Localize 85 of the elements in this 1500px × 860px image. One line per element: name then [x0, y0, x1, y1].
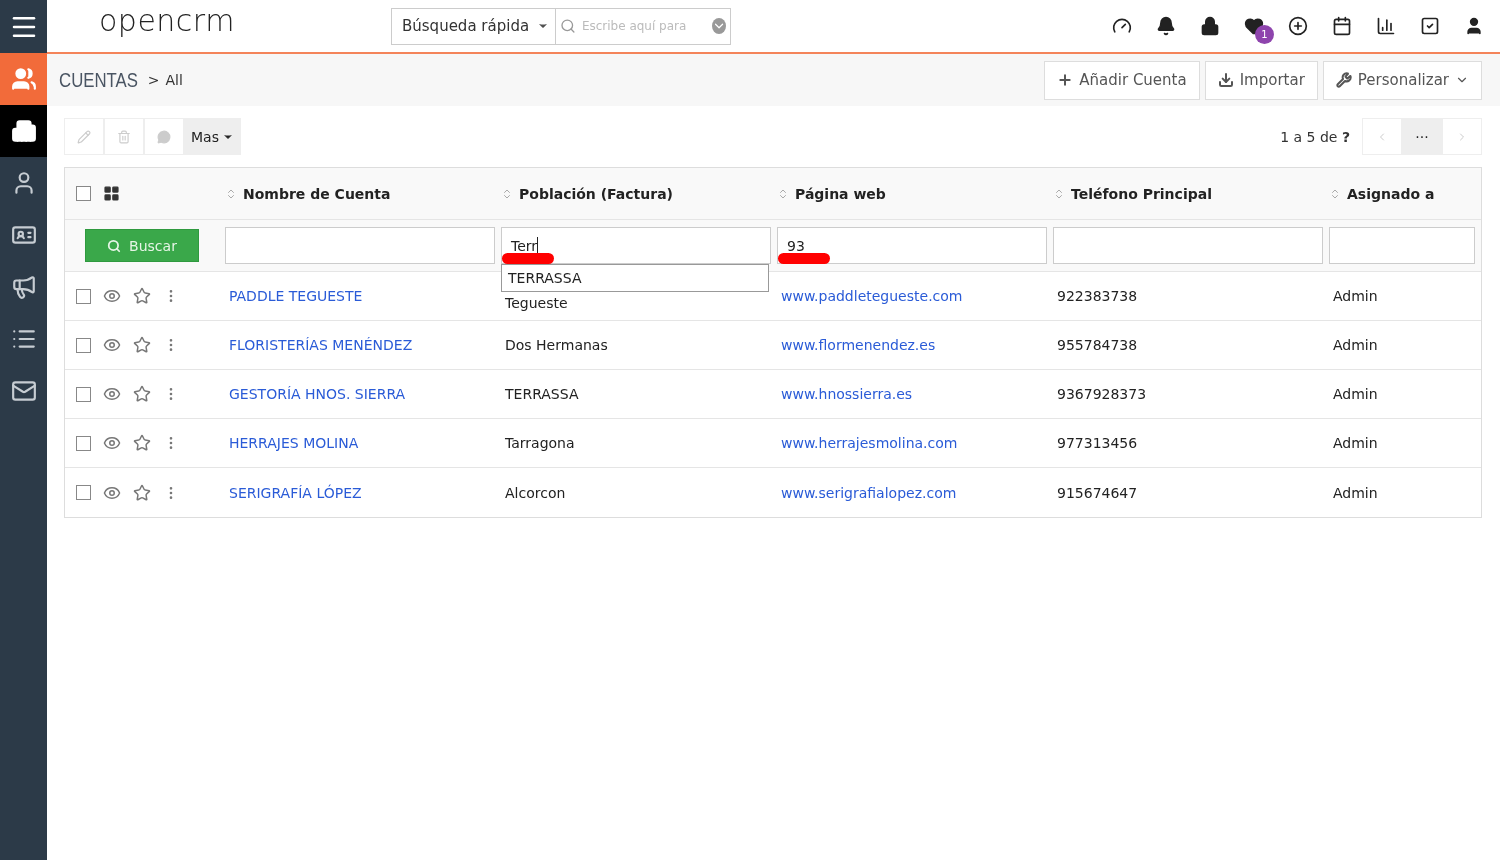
dashboard-icon[interactable]	[1112, 16, 1132, 36]
row-checkbox[interactable]	[76, 485, 91, 500]
filter-field[interactable]: 93	[777, 227, 1047, 264]
star-icon[interactable]	[133, 483, 151, 502]
table-cell-text: 922383738	[1056, 288, 1139, 304]
user-icon[interactable]	[1464, 16, 1484, 36]
megaphone-icon	[10, 274, 37, 300]
table-cell-text: Tarragona	[504, 435, 576, 451]
module-title[interactable]: CUENTAS	[59, 68, 139, 92]
grid-icon[interactable]	[103, 185, 120, 202]
comment-icon	[157, 129, 171, 144]
account-name-link[interactable]: PADDLE TEGUESTE	[225, 288, 501, 304]
star-icon[interactable]	[133, 385, 151, 403]
account-name-link[interactable]: HERRAJES MOLINA	[225, 435, 501, 451]
row-checkbox[interactable]	[76, 288, 91, 304]
website-link[interactable]: www.serigrafialopez.com	[777, 484, 1053, 501]
search-box[interactable]: Escribe aquí para	[556, 7, 731, 45]
table-cell-text: Admin	[1332, 484, 1379, 501]
filter-field[interactable]	[1329, 227, 1475, 264]
calendar-icon[interactable]	[1332, 16, 1352, 36]
logo[interactable]: opencrm	[99, 2, 391, 38]
account-name-link[interactable]: FLORISTERÍAS MENÉNDEZ	[225, 337, 501, 353]
search-icon	[560, 17, 576, 35]
table-cell-text: Tegueste	[504, 294, 569, 311]
eye-icon[interactable]	[103, 287, 121, 305]
search-icon	[107, 238, 122, 253]
table-cell-text: 977313456	[1056, 435, 1139, 451]
action-button[interactable]: Importar	[1204, 60, 1318, 100]
view-name: All	[165, 72, 183, 88]
suggestion-item[interactable]: TERRASSA	[502, 265, 768, 291]
column-header[interactable]: Nombre de Cuenta	[225, 185, 501, 202]
bar-chart-icon[interactable]	[1376, 16, 1396, 36]
eye-icon[interactable]	[103, 434, 121, 452]
column-header[interactable]: Población (Factura)	[501, 185, 777, 202]
more-pages-button[interactable]: ···	[1402, 118, 1442, 155]
website-link[interactable]: www.hnossierra.es	[777, 386, 1053, 402]
download-icon	[1217, 72, 1234, 88]
select-all-checkbox[interactable]	[76, 186, 91, 201]
lock-icon[interactable]	[1200, 16, 1220, 36]
table-cell-text: 915674647	[1056, 484, 1139, 501]
filter-field[interactable]: Terr	[501, 227, 771, 264]
sidebar-item[interactable]	[0, 105, 47, 157]
filter-field[interactable]	[225, 227, 495, 264]
account-name-link[interactable]: GESTORÍA HNOS. SIERRA	[225, 386, 501, 402]
column-header[interactable]: Teléfono Principal	[1053, 185, 1329, 202]
pencil-icon	[77, 129, 91, 144]
filter-field[interactable]	[1053, 227, 1323, 264]
eye-icon[interactable]	[103, 336, 121, 354]
table-cell-text: TERRASSA	[504, 386, 580, 402]
website-link[interactable]: www.flormenendez.es	[777, 337, 1053, 353]
table-cell-text: 955784738	[1056, 337, 1139, 353]
row-checkbox[interactable]	[76, 337, 91, 353]
table-cell-text: Admin	[1332, 337, 1379, 353]
eye-icon[interactable]	[103, 385, 121, 403]
column-header[interactable]: Página web	[777, 185, 1053, 202]
star-icon[interactable]	[133, 287, 151, 305]
table-cell-text: Dos Hermanas	[504, 337, 609, 353]
table-cell-text: Alcorcon	[504, 484, 567, 501]
dropdown-icon	[711, 18, 726, 34]
action-button[interactable]: Añadir Cuenta	[1044, 60, 1200, 100]
table-cell-text: Admin	[1332, 288, 1379, 304]
notification-badge: 1	[1255, 25, 1274, 44]
trash-icon	[117, 129, 131, 144]
wrench-icon	[1335, 72, 1352, 88]
star-icon[interactable]	[133, 336, 151, 354]
more-button[interactable]: Mas	[184, 118, 241, 155]
people-icon	[10, 66, 37, 92]
table-cell-text: 9367928373	[1056, 386, 1148, 402]
star-icon[interactable]	[133, 434, 151, 452]
mail-icon	[10, 378, 37, 404]
table-cell-text: Admin	[1332, 386, 1379, 402]
row-checkbox[interactable]	[76, 386, 91, 402]
search-scope-select[interactable]: Búsqueda rápida	[391, 7, 556, 45]
column-header[interactable]: Asignado a	[1329, 185, 1481, 202]
website-link[interactable]: www.paddletegueste.com	[777, 288, 1053, 304]
bell-icon[interactable]	[1156, 16, 1176, 36]
website-link[interactable]: www.herrajesmolina.com	[777, 435, 1053, 451]
checkbox-icon[interactable]	[1420, 16, 1440, 36]
table-cell-text: Admin	[1332, 435, 1379, 451]
breadcrumb-separator: >	[147, 72, 160, 88]
account-name-link[interactable]: SERIGRAFÍA LÓPEZ	[225, 484, 501, 501]
action-button[interactable]: Personalizar	[1322, 60, 1482, 100]
pagination-info: 1 a 5 de ?	[1280, 128, 1350, 145]
plus-circle-icon[interactable]	[1288, 16, 1308, 36]
row-checkbox[interactable]	[76, 435, 91, 451]
